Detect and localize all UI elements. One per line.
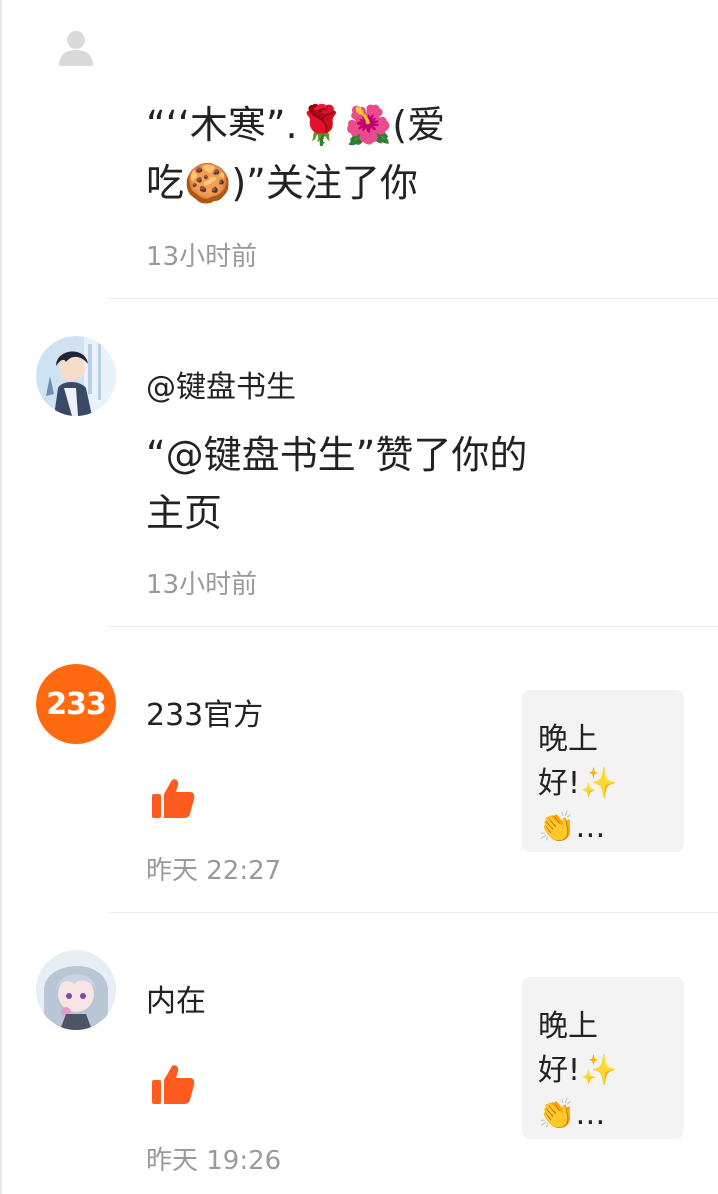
thumbs-up-icon [150, 1062, 196, 1108]
preview-line: 👏… [538, 1097, 606, 1132]
preview-line: 👏… [538, 810, 606, 845]
post-preview-thumbnail[interactable]: 晚上 好!✨ 👏… [522, 690, 684, 852]
sender-name[interactable]: 内在 [146, 976, 206, 1020]
sender-name[interactable]: @键盘书生 [146, 362, 296, 406]
timestamp: 13小时前 [146, 570, 258, 600]
message-line: 主页 [146, 491, 223, 535]
avatar[interactable] [36, 950, 116, 1030]
message-line: “@键盘书生”赞了你的 [146, 433, 528, 477]
timestamp: 13小时前 [146, 242, 258, 272]
notification-item-like-post[interactable]: 内在 昨天 19:26 晚上 好!✨ 👏… [0, 914, 718, 1194]
logo-text: 233 [46, 686, 107, 722]
post-preview-thumbnail[interactable]: 晚上 好!✨ 👏… [522, 977, 684, 1139]
avatar[interactable] [36, 336, 116, 416]
preview-line: 晚上 [538, 1009, 598, 1044]
message-line: “‘‘木寒”.🌹🌺(爱 [146, 103, 446, 147]
divider [108, 912, 718, 913]
default-user-icon[interactable] [56, 28, 96, 68]
notification-message: “@键盘书生”赞了你的 主页 [146, 426, 626, 542]
brand-logo-avatar[interactable]: 233 [36, 664, 116, 744]
notification-item-like-profile[interactable]: @键盘书生 “@键盘书生”赞了你的 主页 13小时前 [0, 300, 718, 628]
message-line: 吃🍪)”关注了你 [146, 161, 418, 205]
divider [108, 626, 718, 627]
preview-line: 晚上 [538, 722, 598, 757]
preview-line: 好!✨ [538, 766, 618, 801]
timestamp: 昨天 19:26 [146, 1146, 282, 1176]
sender-name[interactable]: 233官方 [146, 690, 263, 734]
thumbs-up-icon [150, 776, 196, 822]
preview-line: 好!✨ [538, 1053, 618, 1088]
notification-item-like-post[interactable]: 233 233官方 昨天 22:27 晚上 好!✨ 👏… [0, 628, 718, 914]
notification-item-follow[interactable]: “‘‘木寒”.🌹🌺(爱 吃🍪)”关注了你 13小时前 [0, 0, 718, 300]
notification-message: “‘‘木寒”.🌹🌺(爱 吃🍪)”关注了你 [146, 96, 626, 212]
divider [108, 298, 718, 299]
timestamp: 昨天 22:27 [146, 856, 282, 886]
